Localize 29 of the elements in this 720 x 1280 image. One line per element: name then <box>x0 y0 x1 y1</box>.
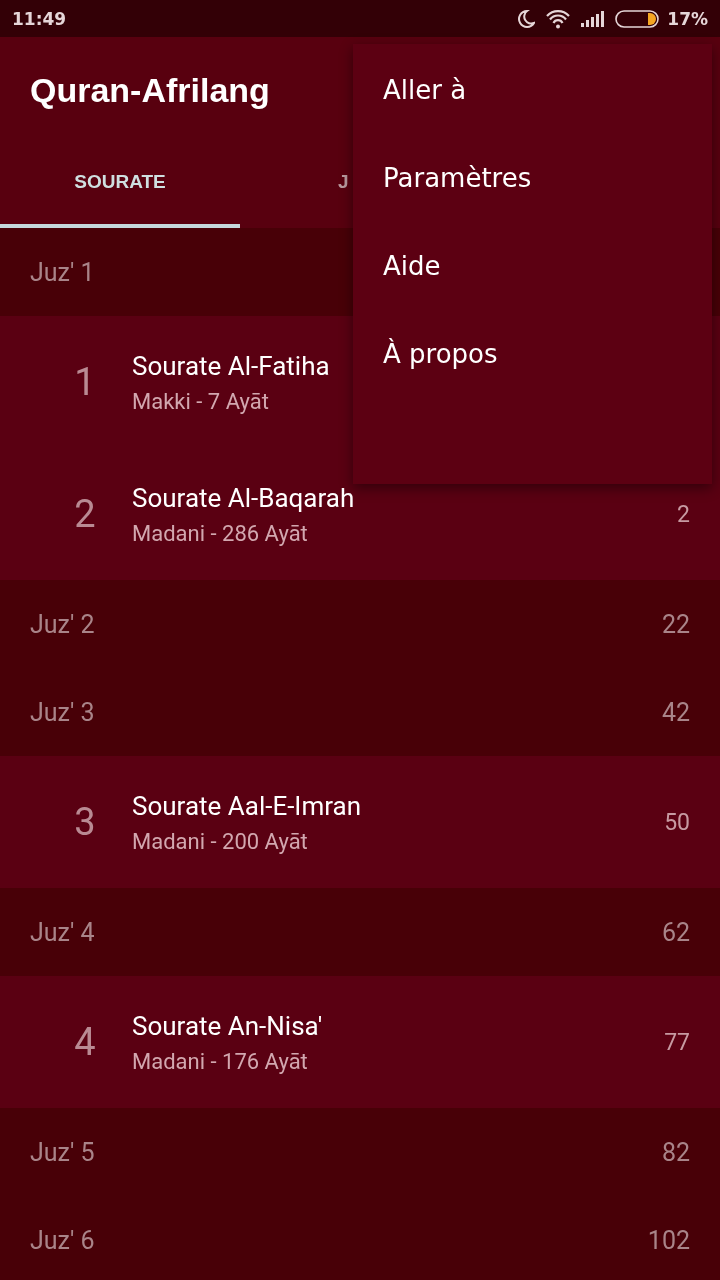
surah-number: 4 <box>73 1020 97 1064</box>
page-number: 62 <box>661 917 690 947</box>
page-number: 102 <box>647 1225 690 1255</box>
surah-title: Sourate Al-Baqarah <box>132 482 355 513</box>
page-number: 22 <box>661 609 690 639</box>
surah-number: 2 <box>73 492 97 536</box>
surah-title: Sourate Al-Fatiha <box>132 350 330 381</box>
surah-details: Madani - 176 Ayāt <box>132 1048 308 1074</box>
surah-number: 3 <box>73 800 97 844</box>
juz-label: Juz' 1 <box>30 257 95 287</box>
page-number: 2 <box>677 500 690 528</box>
surah-title: Sourate Aal-E-Imran <box>132 790 362 821</box>
surah-details: Madani - 286 Ayāt <box>132 520 308 546</box>
app-title: Quran-Afrilang <box>29 70 270 111</box>
page-number: 42 <box>661 697 690 727</box>
juz-label: Juz' 3 <box>30 697 95 727</box>
page-number: 77 <box>664 1028 690 1056</box>
surah-number: 1 <box>73 360 97 404</box>
surah-details: Madani - 200 Ayāt <box>132 828 308 854</box>
status-time: 11:49 <box>12 8 67 29</box>
juz-label: Juz' 4 <box>30 917 95 947</box>
surah-title: Sourate An-Nisa' <box>132 1010 323 1041</box>
juz-label: Juz' 2 <box>30 609 95 639</box>
juz-label: Juz' 5 <box>30 1137 95 1167</box>
juz-label: Juz' 6 <box>30 1225 95 1255</box>
page-number: 82 <box>661 1137 690 1167</box>
surah-details: Makki - 7 Ayāt <box>132 388 269 414</box>
page-number: 50 <box>664 808 690 836</box>
battery-percent: 17% <box>667 8 708 29</box>
